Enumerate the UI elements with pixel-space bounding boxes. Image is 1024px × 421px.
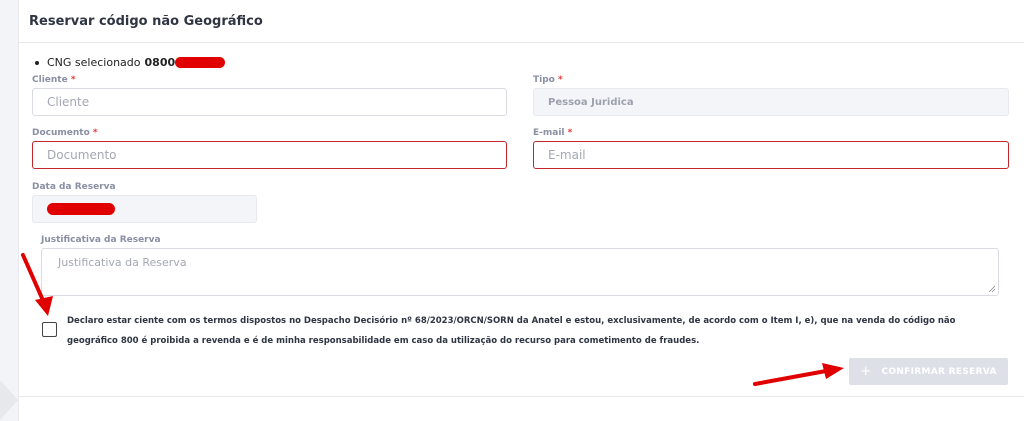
justificativa-label: Justificativa da Reserva (41, 235, 161, 245)
email-label: E-mail * (533, 128, 573, 138)
confirm-reservation-button[interactable]: + CONFIRMAR RESERVA (849, 358, 1008, 385)
reserve-card: Reservar código não Geográfico CNG selec… (18, 0, 1024, 421)
bullet-icon (35, 60, 39, 65)
documento-label: Documento * (32, 128, 98, 138)
annotation-arrow-icon (21, 253, 53, 316)
declaration-checkbox[interactable] (42, 322, 57, 337)
email-placeholder: E-mail (548, 148, 586, 162)
cng-number: 0800 (144, 56, 176, 69)
declaration-text: Declaro estar ciente com os termos dispo… (67, 311, 967, 351)
declaration-line-2: geográfico 800 é proibida a revenda e é … (67, 336, 700, 346)
left-gutter (0, 0, 18, 421)
documento-placeholder: Documento (47, 148, 117, 162)
confirm-label: CONFIRMAR RESERVA (881, 366, 997, 377)
plus-icon: + (860, 364, 872, 379)
data-reserva-label: Data da Reserva (32, 182, 116, 192)
email-input[interactable]: E-mail (533, 141, 1009, 169)
card-footer-divider (19, 396, 1024, 397)
documento-input[interactable]: Documento (32, 141, 507, 169)
justificativa-textarea[interactable]: Justificativa da Reserva (41, 248, 999, 296)
declaration-line-1: Declaro estar ciente com os termos dispo… (67, 316, 956, 326)
cng-label: CNG selecionado (47, 56, 141, 69)
tipo-select[interactable]: Pessoa Juridica (533, 88, 1009, 116)
justificativa-placeholder: Justificativa da Reserva (58, 256, 187, 269)
redaction-mark (175, 57, 226, 68)
cng-selected-line: CNG selecionado 0800 (35, 56, 226, 69)
card-header: Reservar código não Geográfico (19, 0, 1024, 43)
cliente-input[interactable]: Cliente (32, 88, 507, 116)
resize-handle-icon[interactable] (988, 285, 996, 293)
left-decoration (0, 380, 18, 420)
annotation-arrow-icon (753, 363, 844, 386)
redaction-mark (47, 203, 115, 215)
data-reserva-field (32, 195, 257, 223)
cliente-label: Cliente * (32, 75, 76, 85)
tipo-value: Pessoa Juridica (548, 96, 634, 108)
tipo-label: Tipo * (533, 75, 563, 85)
page-title: Reservar código não Geográfico (29, 14, 263, 29)
cliente-placeholder: Cliente (47, 95, 90, 109)
